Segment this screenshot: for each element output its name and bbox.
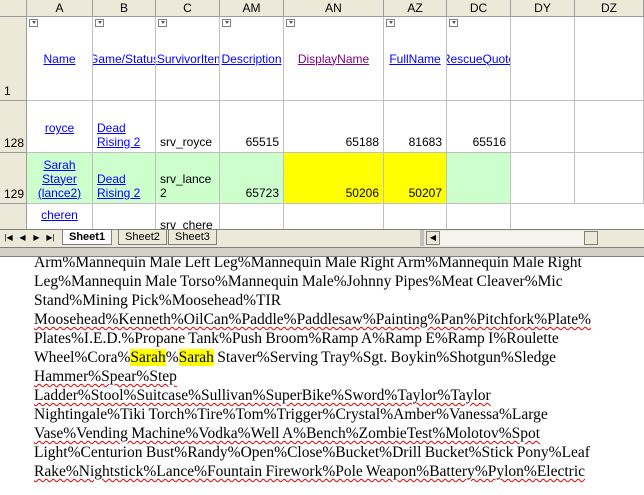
scroll-thumb[interactable] (584, 231, 598, 245)
text-line-3: Stand%Mining Pick%Moosehead%TIR (34, 292, 282, 309)
text-line-5: Plates%I.E.D.%Propane Tank%Push Broom%Ra… (34, 330, 559, 347)
cell-name[interactable]: royce (27, 101, 93, 153)
col-header-dy[interactable]: DY (511, 0, 575, 17)
col-header-c[interactable]: C (156, 0, 220, 17)
col-header-b[interactable]: B (93, 0, 156, 17)
row-header-128[interactable]: 128 (0, 101, 27, 153)
cell-item[interactable]: srv_royce (156, 101, 220, 153)
spreadsheet-pane: A B C AM AN AZ DC DY DZ 1 Name Game/Stat… (0, 0, 644, 247)
cell-az[interactable]: 81683 (384, 101, 447, 153)
scroll-track[interactable] (440, 231, 590, 245)
header-cell-rescuequote[interactable]: RescueQuote (447, 17, 511, 101)
tab-sheet2[interactable]: Sheet2 (118, 230, 167, 245)
text-run: Staver%Serving Tray%Sgt. Boykin%Shotgun%… (213, 349, 557, 366)
first-sheet-icon[interactable]: |◀ (3, 232, 14, 244)
header-cell-description[interactable]: Description (220, 17, 284, 101)
cell-dc[interactable]: 65516 (447, 101, 511, 153)
text-line-9: Nightingale%Tiki Torch%Tire%Tom%Trigger%… (34, 406, 548, 423)
text-line-8: Ladder%Stool%Suitcase%Sullivan%SuperBike… (34, 387, 491, 404)
search-highlight: Sarah (178, 349, 214, 366)
cell-am[interactable]: 65723 (220, 153, 284, 204)
cell-game[interactable]: Dead Rising 2 (93, 153, 156, 204)
text-line-7: Hammer%Spear%Step (34, 368, 177, 385)
header-cell-displayname[interactable]: DisplayName (284, 17, 384, 101)
document-pane: Arm%Mannequin Male Left Leg%Mannequin Ma… (0, 257, 644, 495)
text-line-12: Rake%Nightstick%Lance%Fountain Firework%… (34, 463, 586, 480)
horizontal-scrollbar[interactable]: ◀ (420, 230, 644, 246)
text-line-2: Leg%Mannequin Male Torso%Mannequin Male%… (34, 273, 563, 290)
header-cell-csurvivoritem[interactable]: cSurvivorItem (156, 17, 220, 101)
text-line-1: Arm%Mannequin Male Left Leg%Mannequin Ma… (34, 257, 582, 271)
cell-name[interactable]: Sarah Stayer (lance2) (27, 153, 93, 204)
empty-cell[interactable] (511, 153, 575, 204)
row-header-1[interactable]: 1 (0, 17, 27, 101)
empty-cell[interactable] (575, 101, 644, 153)
cell-dc[interactable] (447, 153, 511, 204)
cell-am[interactable]: 65515 (220, 101, 284, 153)
col-header-am[interactable]: AM (220, 0, 284, 17)
window-splitter[interactable] (0, 247, 644, 257)
last-sheet-icon[interactable]: ▶| (45, 232, 56, 244)
tab-split-handle[interactable] (420, 230, 424, 246)
document-text[interactable]: Arm%Mannequin Male Left Leg%Mannequin Ma… (34, 257, 634, 481)
text-line-6: Wheel%Cora%Sarah%Sarah Staver%Serving Tr… (34, 348, 634, 367)
prev-sheet-icon[interactable]: ◀ (17, 232, 28, 244)
empty-cell[interactable] (511, 101, 575, 153)
tab-sheet1[interactable]: Sheet1 (62, 230, 113, 245)
cell-an[interactable]: 65188 (284, 101, 384, 153)
header-cell-name[interactable]: Name (27, 17, 93, 101)
empty-cell[interactable] (575, 17, 644, 101)
cell-an[interactable]: 50206 (284, 153, 384, 204)
text-line-10: Vase%Vending Machine%Vodka%Well A%Bench%… (34, 425, 541, 442)
cell-item[interactable]: srv_lance 2 (156, 153, 220, 204)
empty-cell[interactable] (511, 17, 575, 101)
empty-cell[interactable] (575, 153, 644, 204)
cell-az[interactable]: 50207 (384, 153, 447, 204)
text-run: Wheel%Cora% (34, 349, 131, 366)
row-header-129[interactable]: 129 (0, 153, 27, 204)
text-run: % (165, 349, 179, 366)
col-header-az[interactable]: AZ (384, 0, 447, 17)
col-header-an[interactable]: AN (284, 0, 384, 17)
search-highlight: Sarah (130, 349, 166, 366)
col-header-a[interactable]: A (27, 0, 93, 17)
select-all-corner[interactable] (0, 0, 27, 17)
scroll-left-icon[interactable]: ◀ (426, 231, 440, 245)
text-line-11: Light%Centurion Bust%Randy%Open%Close%Bu… (34, 444, 590, 461)
cell-game[interactable]: Dead Rising 2 (93, 101, 156, 153)
text-line-4: Moosehead%Kenneth%OilCan%Paddle%Paddlesa… (34, 311, 592, 328)
col-header-dc[interactable]: DC (447, 0, 511, 17)
next-sheet-icon[interactable]: ▶ (31, 232, 42, 244)
header-cell-fullname[interactable]: FullName (384, 17, 447, 101)
tab-sheet3[interactable]: Sheet3 (168, 230, 217, 245)
header-cell-game-status[interactable]: Game/Status (93, 17, 156, 101)
col-header-dz[interactable]: DZ (575, 0, 644, 17)
